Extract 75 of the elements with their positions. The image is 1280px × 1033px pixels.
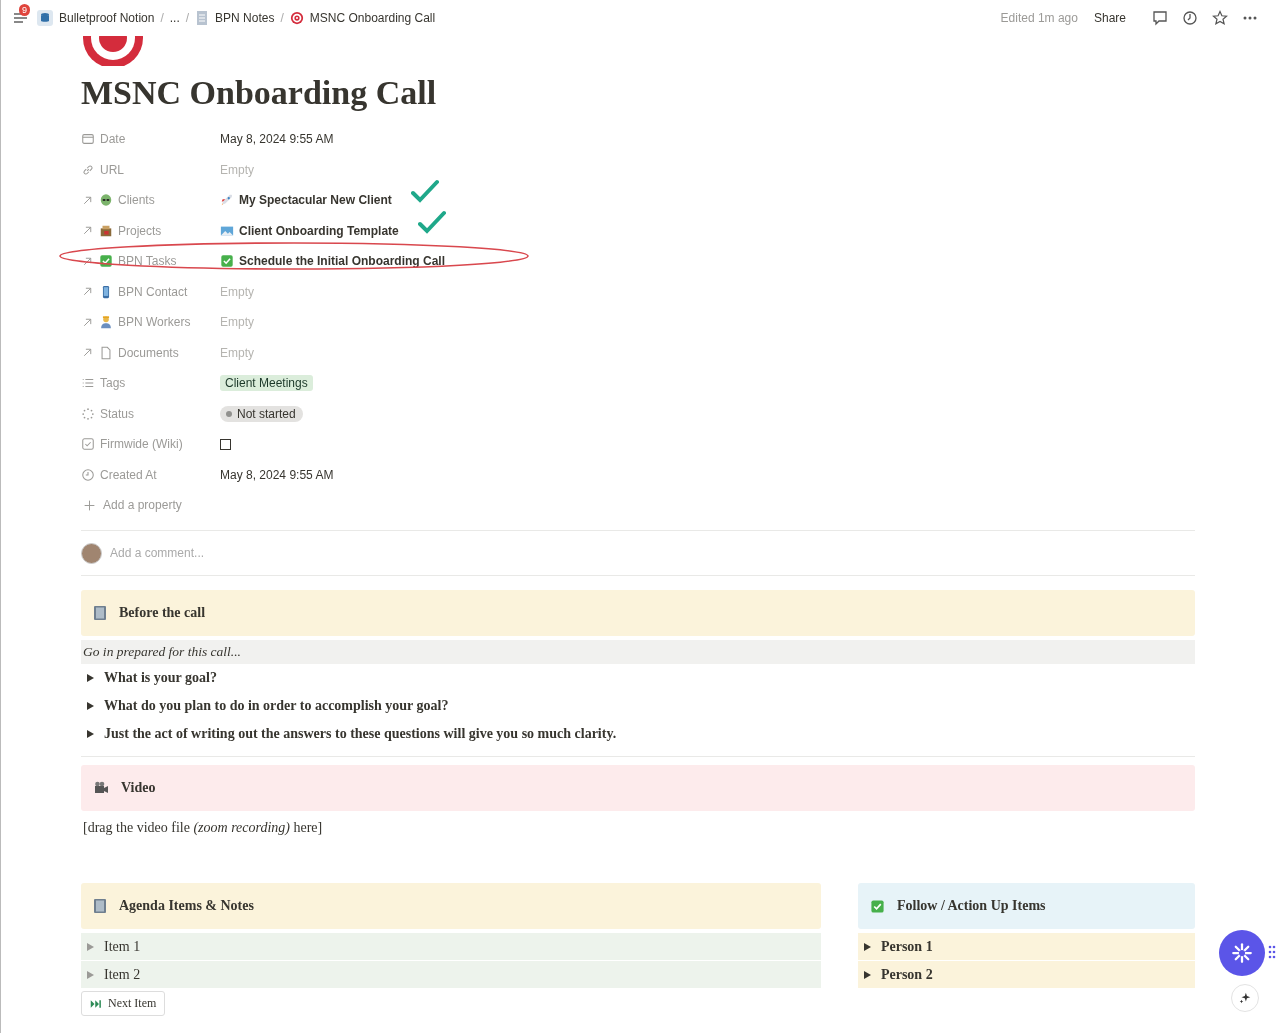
star-icon [1212,10,1228,26]
worker-icon [99,315,113,330]
toggle-arrow-icon[interactable] [87,674,94,682]
checkbox[interactable] [220,438,231,450]
checkbox-icon [99,254,113,269]
drag-handle-icon[interactable] [1268,945,1276,959]
breadcrumb[interactable]: Bulletproof Notion [59,11,155,25]
tag[interactable]: Client Meetings [220,375,313,392]
checkbox-icon [220,254,234,269]
checkbox-icon [869,898,885,914]
comment-icon [1152,10,1168,26]
edited-time: Edited 1m ago [1000,11,1078,25]
toggle-title[interactable]: What do you plan to do in order to accomplish your goal? [104,698,449,714]
notebook-icon [93,605,107,621]
alien-face-icon [99,193,113,208]
database-icon [37,10,53,26]
document-icon [195,10,210,26]
breadcrumb[interactable]: MSNC Onboarding Call [309,11,436,25]
sparkle-button[interactable] [1231,984,1259,1012]
toggle-title[interactable]: Item 2 [104,966,141,983]
share-link[interactable]: Share [1093,11,1126,25]
toggle-title[interactable]: Just the act of writing out the answers to these questions will give you so much clarity. [104,726,617,742]
toggle-block[interactable]: Item 2 [81,961,821,988]
checkbox-icon [81,437,95,452]
page-title[interactable]: MSNC Onboarding Call [81,74,1195,112]
toggle-arrow-icon[interactable] [87,702,94,710]
toggle-arrow-icon[interactable] [863,970,871,979]
breadcrumb-separator: / [160,11,164,25]
toggle-title[interactable]: Person 1 [880,938,933,955]
toggle-title[interactable]: Item 1 [104,938,141,955]
fast-forward-icon [90,997,102,1010]
toggle-arrow-icon[interactable] [87,730,94,738]
target-icon [81,36,145,66]
relation-link[interactable]: Schedule the Initial Onboarding Call [239,254,446,269]
toggle-block[interactable]: Item 1 [81,933,821,960]
rocket-icon [220,193,234,208]
link-icon [81,162,95,177]
status-badge[interactable]: Not started [220,405,303,422]
next-item-button[interactable]: Next Item [81,991,166,1016]
relation-link[interactable]: Client Onboarding Template [239,223,399,238]
paragraph: [drag the video file (zoom recording) here] [83,819,324,837]
dotted-circle-icon [81,406,95,421]
callout-title: Agenda Items & Notes [119,898,254,914]
callout-title: Follow / Action Up Items [896,898,1046,914]
toggle-arrow-icon[interactable] [863,942,871,951]
avatar [81,542,102,564]
notification-badge: 9 [19,4,30,16]
plus-icon [83,498,96,512]
callout-title: Video [121,780,156,796]
toggle-arrow-icon[interactable] [87,942,94,951]
toggle-block[interactable]: Person 2 [857,961,1195,988]
breadcrumb[interactable]: BPN Notes [215,11,275,25]
date-value[interactable]: May 8, 2024 9:55 AM [220,132,334,147]
breadcrumb-separator: / [185,11,190,25]
quote-text: Go in prepared for this call... [81,640,1195,664]
box-icon [99,223,113,238]
film-camera-icon [93,780,109,796]
date-value[interactable]: May 8, 2024 9:55 AM [220,467,334,482]
sparkle-icon [1238,991,1252,1005]
toggle-block[interactable]: Person 1 [857,933,1195,960]
toggle-arrow-icon[interactable] [87,970,94,979]
toggle-title[interactable]: What is your goal? [104,670,217,686]
document-icon [99,345,113,360]
assistant-button[interactable] [1219,930,1265,976]
toggle-title[interactable]: Person 2 [880,966,933,983]
notebook-icon [93,898,107,914]
callout-title: Before the call [119,605,206,621]
calendar-icon [81,132,95,147]
clock-icon [81,467,95,482]
clock-icon [1182,10,1198,26]
target-icon [289,11,304,25]
breadcrumb-separator: / [280,11,284,25]
breadcrumb[interactable]: ... [169,11,180,25]
relation-link[interactable]: My Spectacular New Client [239,193,392,208]
asterisk-icon [1232,943,1252,963]
